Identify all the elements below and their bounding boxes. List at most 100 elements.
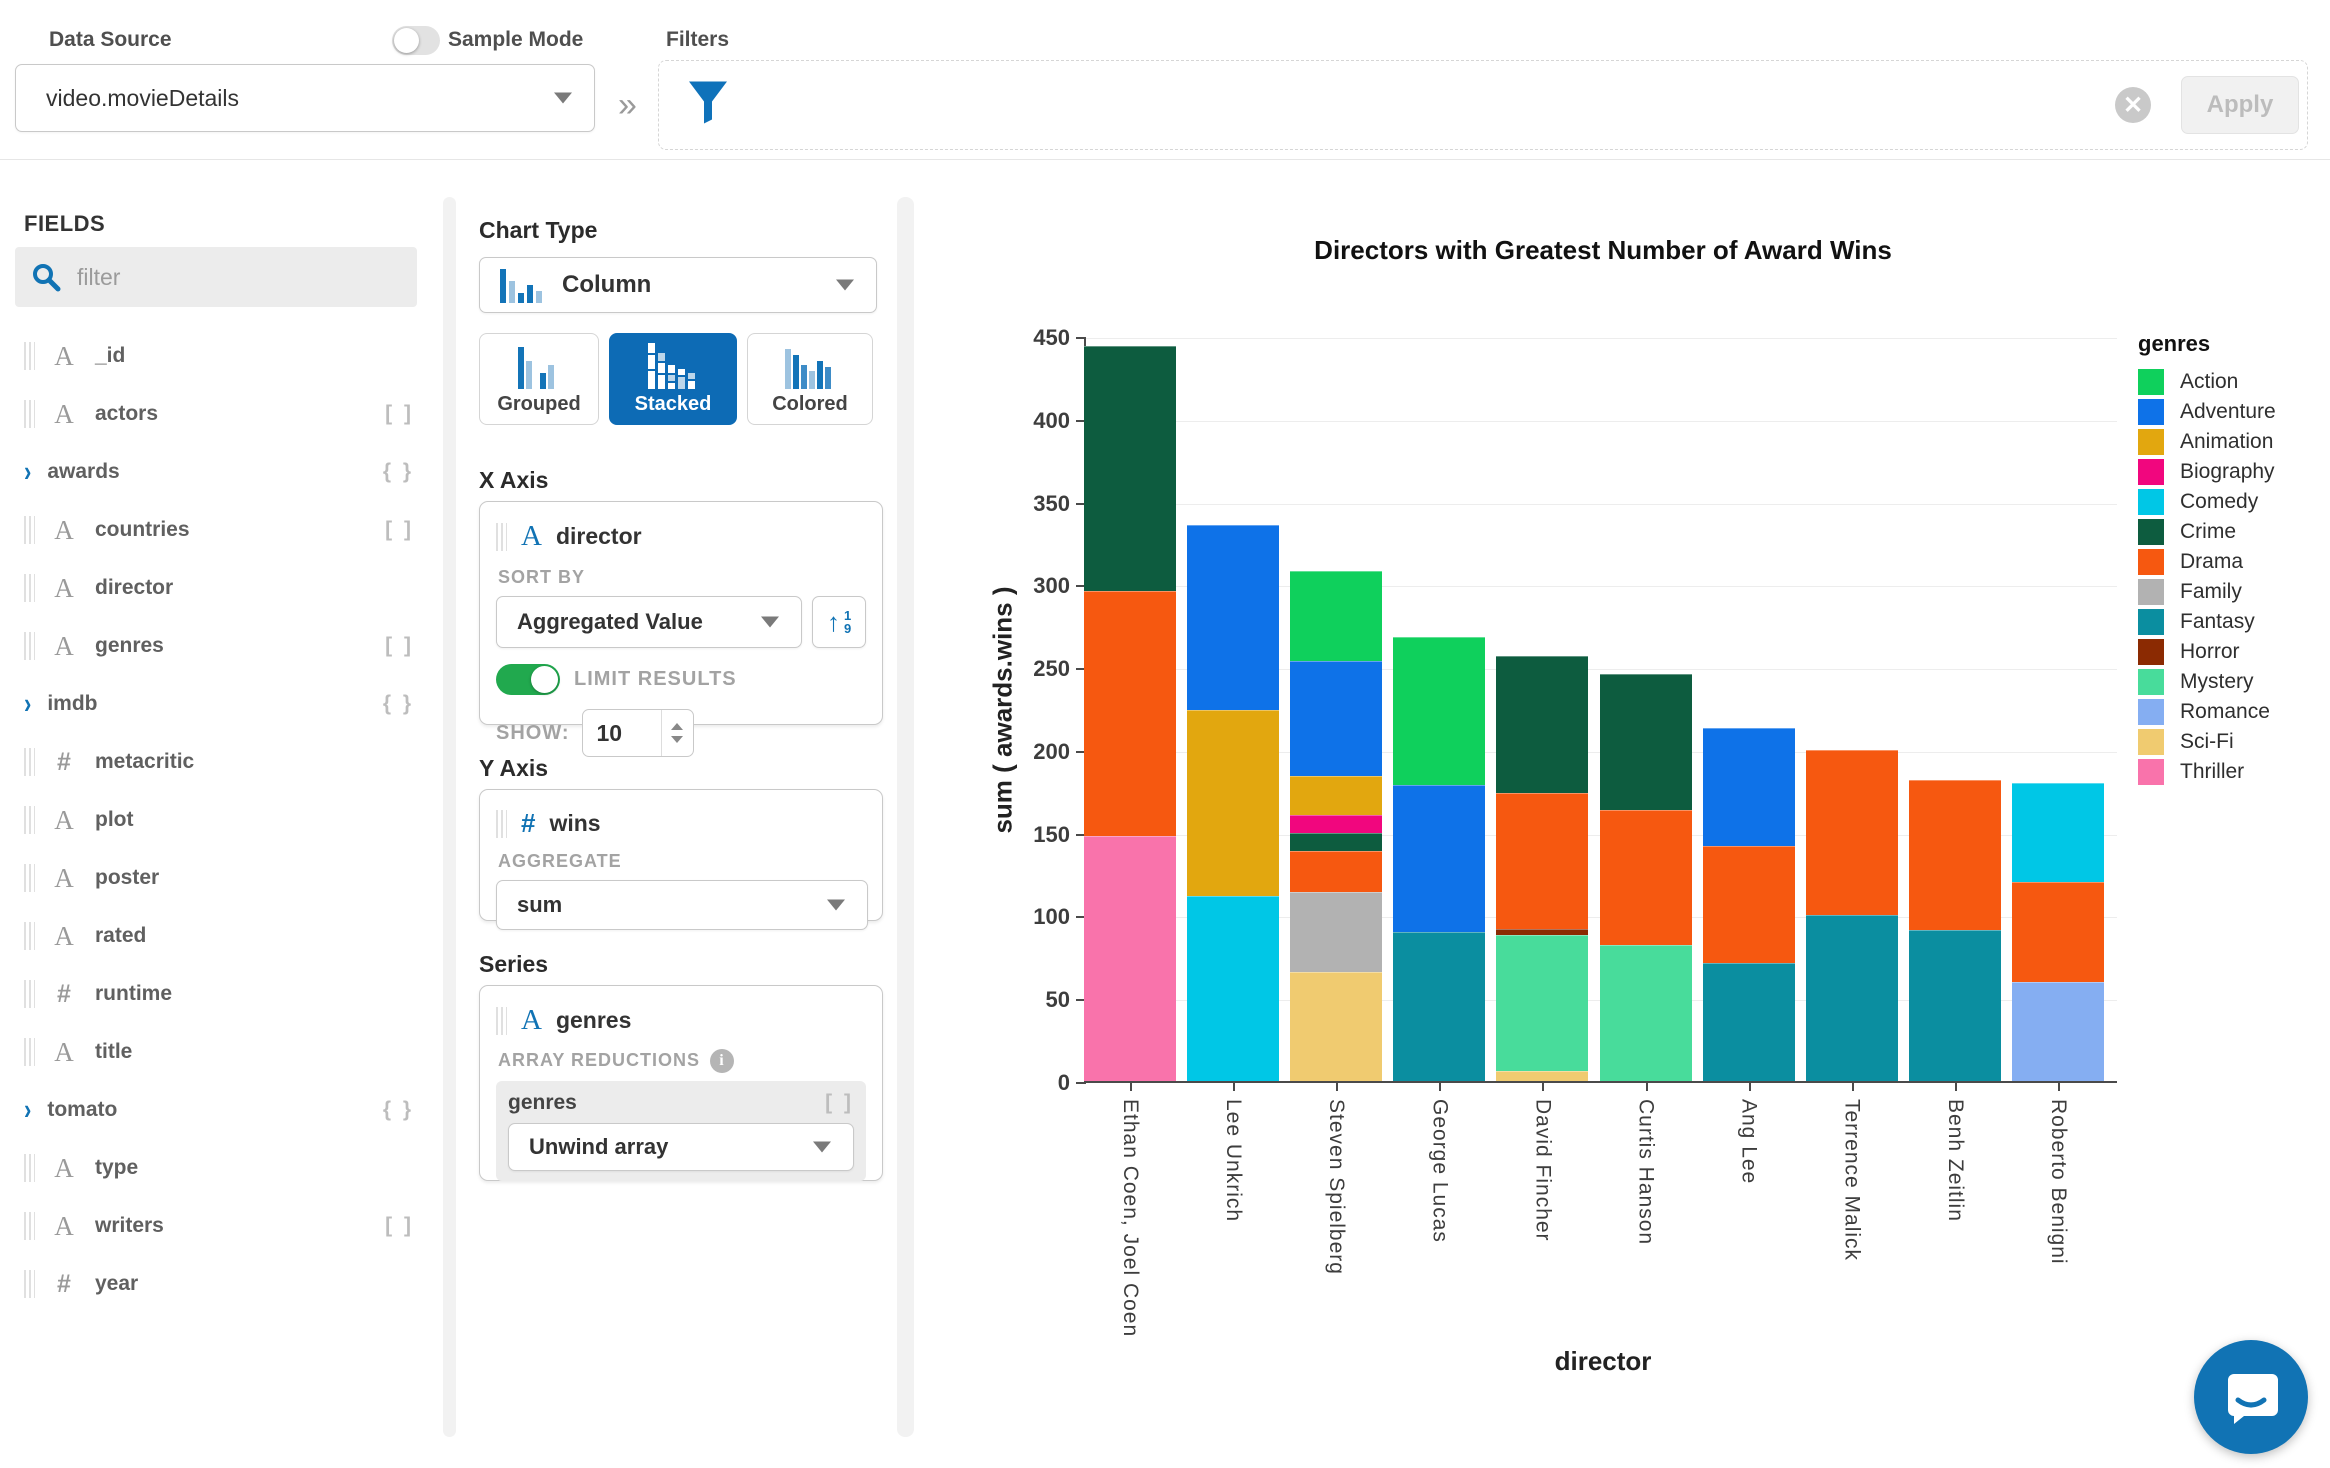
series-field[interactable]: A genres	[496, 1004, 866, 1037]
aggregate-select[interactable]: sum	[496, 880, 868, 930]
bar-terrence-malick[interactable]	[1806, 750, 1898, 1081]
segment-crime[interactable]	[1600, 674, 1692, 810]
segment-drama[interactable]	[1290, 851, 1382, 892]
drag-handle-icon[interactable]	[24, 1154, 35, 1182]
chat-launcher-button[interactable]	[2194, 1340, 2308, 1454]
segment-drama[interactable]	[1909, 780, 2001, 931]
chart-type-select[interactable]: Column	[479, 257, 877, 313]
fields-filter-box[interactable]	[15, 247, 417, 307]
segment-adventure[interactable]	[1290, 661, 1382, 777]
segment-family[interactable]	[1290, 892, 1382, 971]
bar-curtis-hanson[interactable]	[1600, 674, 1692, 1081]
segment-sci-fi[interactable]	[1496, 1071, 1588, 1081]
segment-drama[interactable]	[1806, 750, 1898, 916]
drag-handle-icon[interactable]	[24, 574, 35, 602]
field-item-type[interactable]: Atype	[0, 1139, 440, 1197]
segment-crime[interactable]	[1084, 346, 1176, 591]
field-item-awards[interactable]: ›awards{ }	[0, 443, 440, 501]
segment-comedy[interactable]	[2012, 783, 2104, 882]
field-item-plot[interactable]: Aplot	[0, 791, 440, 849]
segment-fantasy[interactable]	[1393, 932, 1485, 1081]
step-down-icon[interactable]	[671, 736, 683, 743]
chevron-right-icon[interactable]: ›	[24, 687, 31, 721]
drag-handle-icon[interactable]	[24, 632, 35, 660]
segment-crime[interactable]	[1290, 833, 1382, 851]
field-item-_id[interactable]: A_id	[0, 327, 440, 385]
apply-button[interactable]: Apply	[2181, 76, 2299, 134]
bar-david-fincher[interactable]	[1496, 656, 1588, 1081]
drag-handle-icon[interactable]	[496, 810, 507, 838]
segment-thriller[interactable]	[1084, 836, 1176, 1081]
fields-filter-input[interactable]	[77, 264, 377, 291]
sample-mode-toggle[interactable]	[392, 26, 440, 55]
mode-colored-button[interactable]: Colored	[747, 333, 873, 425]
field-item-imdb[interactable]: ›imdb{ }	[0, 675, 440, 733]
segment-biography[interactable]	[1290, 815, 1382, 833]
segment-animation[interactable]	[1290, 776, 1382, 814]
drag-handle-icon[interactable]	[24, 1270, 35, 1298]
segment-adventure[interactable]	[1703, 728, 1795, 846]
segment-drama[interactable]	[1600, 810, 1692, 946]
bar-lee-unkrich[interactable]	[1187, 525, 1279, 1081]
info-icon[interactable]: i	[710, 1049, 734, 1073]
show-count-stepper[interactable]	[582, 709, 694, 757]
segment-drama[interactable]	[2012, 882, 2104, 981]
segment-action[interactable]	[1393, 637, 1485, 784]
segment-fantasy[interactable]	[1806, 915, 1898, 1081]
field-item-poster[interactable]: Aposter	[0, 849, 440, 907]
bar-george-lucas[interactable]	[1393, 637, 1485, 1081]
drag-handle-icon[interactable]	[24, 516, 35, 544]
field-item-runtime[interactable]: #runtime	[0, 965, 440, 1023]
segment-mystery[interactable]	[1600, 945, 1692, 1081]
drag-handle-icon[interactable]	[24, 1212, 35, 1240]
stepper-arrows[interactable]	[661, 710, 693, 756]
field-item-genres[interactable]: Agenres[ ]	[0, 617, 440, 675]
mode-grouped-button[interactable]: Grouped	[479, 333, 599, 425]
segment-fantasy[interactable]	[1703, 963, 1795, 1081]
bar-ethan-coen-joel-coen[interactable]	[1084, 346, 1176, 1081]
field-item-rated[interactable]: Arated	[0, 907, 440, 965]
x-axis-field[interactable]: A director	[496, 520, 866, 553]
bar-steven-spielberg[interactable]	[1290, 571, 1382, 1081]
segment-romance[interactable]	[2012, 982, 2104, 1081]
segment-drama[interactable]	[1496, 793, 1588, 929]
segment-crime[interactable]	[1496, 656, 1588, 793]
bar-ang-lee[interactable]	[1703, 728, 1795, 1081]
segment-adventure[interactable]	[1187, 525, 1279, 710]
bar-benh-zeitlin[interactable]	[1909, 780, 2001, 1081]
field-item-actors[interactable]: Aactors[ ]	[0, 385, 440, 443]
segment-comedy[interactable]	[1187, 896, 1279, 1081]
y-axis-field[interactable]: # wins	[496, 808, 866, 839]
drag-handle-icon[interactable]	[24, 922, 35, 950]
segment-adventure[interactable]	[1393, 785, 1485, 932]
field-item-title[interactable]: Atitle	[0, 1023, 440, 1081]
mode-stacked-button[interactable]: Stacked	[609, 333, 737, 425]
bar-roberto-benigni[interactable]	[2012, 783, 2104, 1081]
sort-by-select[interactable]: Aggregated Value	[496, 596, 802, 648]
segment-action[interactable]	[1290, 571, 1382, 660]
panel-scrollbar[interactable]	[897, 197, 914, 1437]
sidebar-scrollbar[interactable]	[443, 197, 456, 1437]
drag-handle-icon[interactable]	[24, 748, 35, 776]
segment-horror[interactable]	[1496, 929, 1588, 936]
step-up-icon[interactable]	[671, 723, 683, 730]
field-item-tomato[interactable]: ›tomato{ }	[0, 1081, 440, 1139]
data-source-select[interactable]: video.movieDetails	[15, 64, 595, 132]
field-item-countries[interactable]: Acountries[ ]	[0, 501, 440, 559]
segment-drama[interactable]	[1703, 846, 1795, 964]
drag-handle-icon[interactable]	[496, 523, 507, 551]
show-count-input[interactable]	[583, 710, 653, 756]
field-item-writers[interactable]: Awriters[ ]	[0, 1197, 440, 1255]
limit-results-toggle[interactable]	[496, 664, 560, 695]
segment-drama[interactable]	[1084, 591, 1176, 836]
filter-drop-zone[interactable]: ✕ Apply	[658, 60, 2308, 150]
drag-handle-icon[interactable]	[24, 980, 35, 1008]
drag-handle-icon[interactable]	[24, 400, 35, 428]
drag-handle-icon[interactable]	[496, 1007, 507, 1035]
drag-handle-icon[interactable]	[24, 1038, 35, 1066]
chevron-right-icon[interactable]: ›	[24, 455, 31, 489]
clear-filters-icon[interactable]: ✕	[2115, 87, 2151, 123]
drag-handle-icon[interactable]	[24, 342, 35, 370]
sort-direction-button[interactable]: ↑ 19	[812, 596, 866, 648]
chevron-right-icon[interactable]: ›	[24, 1093, 31, 1127]
